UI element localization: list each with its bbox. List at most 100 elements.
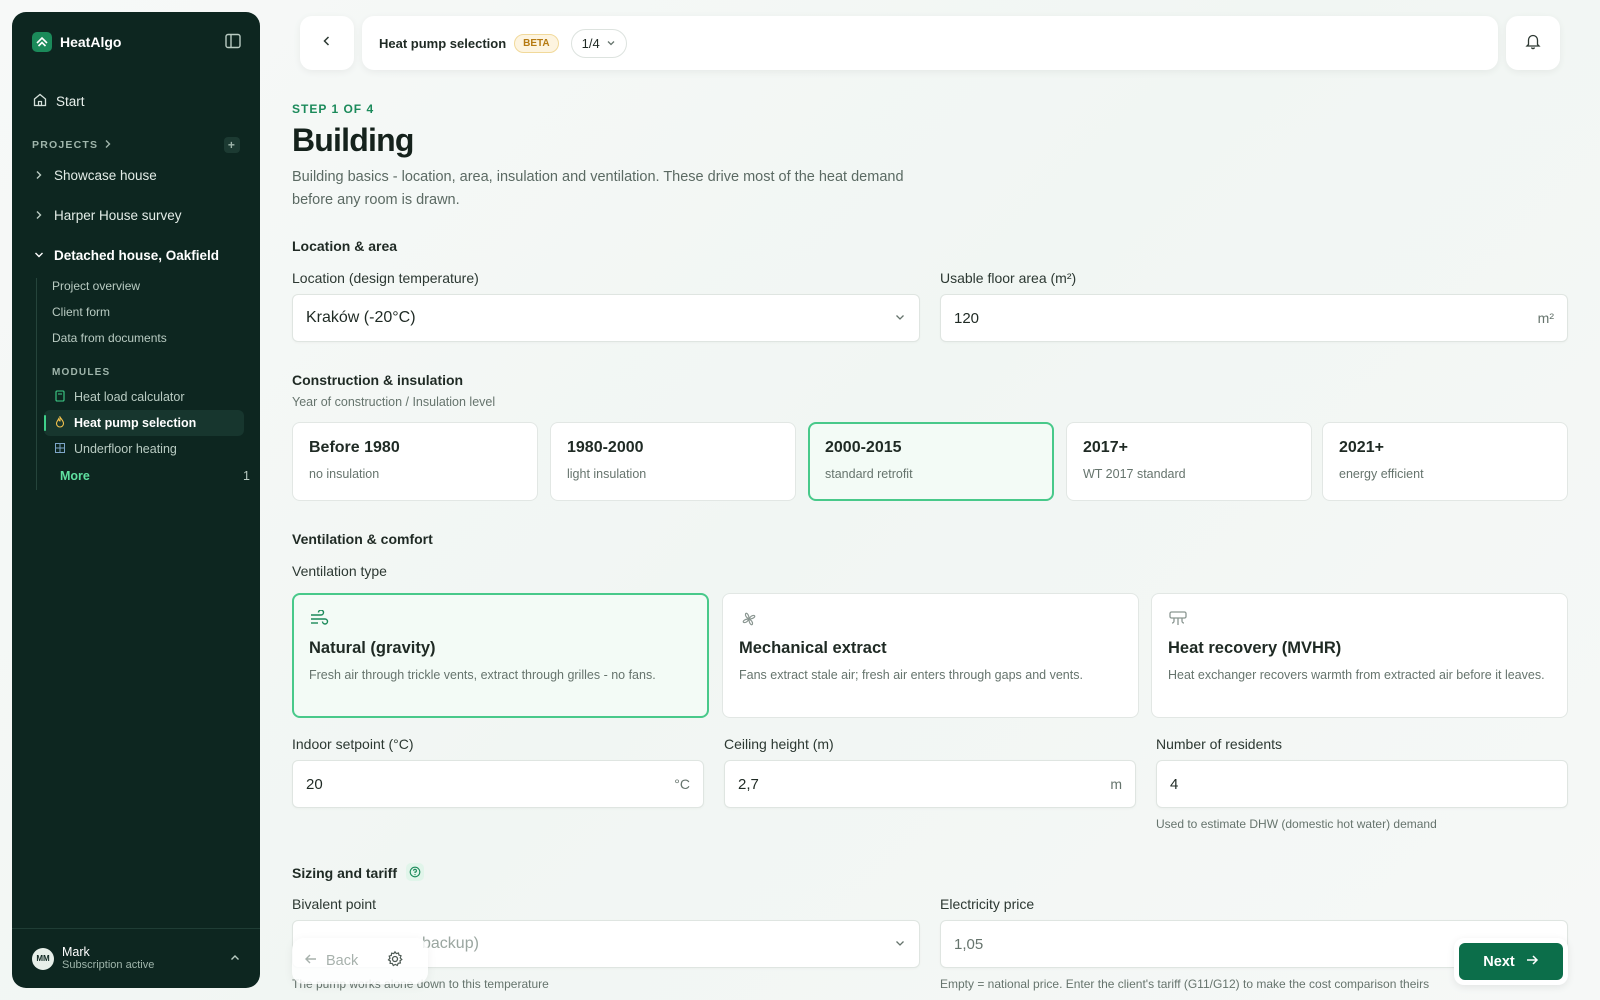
flame-icon [54,414,66,431]
option-sub: energy efficient [1339,467,1424,481]
nav-start-label: Start [56,94,85,109]
project-label: Showcase house [54,168,157,183]
option-title: 2021+ [1339,439,1384,456]
construction-option-2017[interactable]: 2017+ WT 2017 standard [1066,422,1312,501]
area-label: Usable floor area (m²) [940,270,1077,286]
tree-line [36,278,37,490]
more-count: 1 [243,469,250,483]
module-label: Underfloor heating [74,442,177,456]
construction-sublabel: Year of construction / Insulation level [292,395,496,409]
module-heat-load-calculator[interactable]: Heat load calculator [44,384,244,410]
setpoint-unit: °C [674,776,690,792]
chevron-down-icon [894,936,906,953]
location-value: Kraków (-20°C) [306,309,416,326]
add-project-button[interactable]: + [224,137,240,153]
construction-option-1980-2000[interactable]: 1980-2000 light insulation [550,422,796,501]
module-heat-pump-selection[interactable]: Heat pump selection [44,410,244,436]
option-title: 2017+ [1083,439,1128,456]
bivalent-label: Bivalent point [292,896,377,912]
subitem-data-from-documents[interactable]: Data from documents [52,331,167,345]
next-button[interactable]: Next [1459,943,1563,980]
module-underfloor-heating[interactable]: Underfloor heating [44,436,244,462]
ceiling-height-input[interactable]: 2,7 m [724,760,1136,808]
project-item-harper[interactable]: Harper House survey [34,208,182,223]
project-item-oakfield[interactable]: Detached house, Oakfield [34,248,219,263]
page-description: Building basics - location, area, insula… [292,169,904,208]
subitem-client-form[interactable]: Client form [52,305,110,319]
calculator-icon [54,389,66,405]
construction-option-before-1980[interactable]: Before 1980 no insulation [292,422,538,501]
area-value: 120 [954,309,980,327]
nav-start[interactable]: Start [32,92,85,111]
plus-icon: + [227,138,237,152]
floor-area-input[interactable]: 120 m² [940,294,1568,342]
construction-option-2021[interactable]: 2021+ energy efficient [1322,422,1568,501]
price-value: 1,05 [954,935,984,953]
option-title: 1980-2000 [567,439,644,456]
electricity-price-label: Electricity price [940,896,1035,912]
subitem-project-overview[interactable]: Project overview [52,279,140,293]
air-vent-icon [1168,611,1188,632]
location-label: Location (design temperature) [292,270,479,286]
subscription-status: Subscription active [62,958,155,971]
main-content: STEP 1 OF 4 Building Building basics - l… [292,0,1568,1000]
chevron-right-icon [104,139,112,152]
step-indicator: STEP 1 OF 4 [292,102,375,116]
residents-value: 4 [1170,775,1179,793]
ceiling-label: Ceiling height (m) [724,736,834,752]
option-sub: light insulation [567,467,647,481]
projects-header: PROJECTS + [32,137,240,153]
setpoint-value: 20 [306,775,323,793]
option-title: Heat recovery (MVHR) [1168,639,1342,657]
section-location: Location & area [292,238,398,254]
option-sub: no insulation [309,467,380,481]
option-description: Fresh air through trickle vents, extract… [309,668,656,682]
chevron-up-icon [230,951,240,966]
project-label: Harper House survey [54,208,182,223]
arrow-left-icon [304,953,318,969]
projects-label: PROJECTS [32,139,99,151]
ventilation-option-natural[interactable]: Natural (gravity) Fresh air through tric… [292,593,709,718]
arrow-right-icon [1525,954,1539,970]
page-title: Building [292,122,414,158]
app-name: HeatAlgo [60,34,122,50]
option-sub: standard retrofit [825,467,913,481]
option-description: Heat exchanger recovers warmth from extr… [1168,668,1545,682]
chevron-down-icon [34,248,44,263]
modules-label: MODULES [52,367,111,378]
more-modules[interactable]: More 1 [60,469,250,483]
fan-icon [739,612,759,632]
user-menu[interactable]: MM Mark Subscription active [12,928,260,988]
option-title: Natural (gravity) [309,639,436,657]
wind-icon [309,609,329,632]
residents-input[interactable]: 4 [1156,760,1568,808]
module-label: Heat pump selection [74,416,197,430]
settings-gear-icon[interactable] [386,950,404,973]
heatalgo-logo-icon [32,32,52,52]
help-icon[interactable] [406,863,424,881]
ceiling-unit: m [1110,776,1122,792]
project-label: Detached house, Oakfield [54,248,220,263]
section-construction: Construction & insulation [292,372,464,388]
back-label: Back [326,953,359,969]
setpoint-label: Indoor setpoint (°C) [292,736,414,752]
chevron-down-icon [894,310,906,327]
section-ventilation: Ventilation & comfort [292,531,433,547]
ceiling-value: 2,7 [738,775,759,793]
location-select[interactable]: Kraków (-20°C) [292,294,920,342]
module-label: Heat load calculator [74,390,185,404]
construction-option-2000-2015[interactable]: 2000-2015 standard retrofit [808,422,1054,501]
ventilation-option-mvhr[interactable]: Heat recovery (MVHR) Heat exchanger reco… [1151,593,1568,718]
option-title: Before 1980 [309,439,400,456]
user-name: Mark [62,944,90,959]
brand[interactable]: HeatAlgo [32,32,121,52]
section-sizing: Sizing and tariff [292,865,397,881]
home-icon [32,92,48,111]
projects-toggle[interactable]: PROJECTS [32,139,112,152]
back-button[interactable]: Back [304,953,358,969]
project-item-showcase[interactable]: Showcase house [34,168,157,183]
setpoint-input[interactable]: 20 °C [292,760,704,808]
ventilation-option-mechanical[interactable]: Mechanical extract Fans extract stale ai… [722,593,1139,718]
sidebar-toggle-icon[interactable] [224,32,242,50]
ventilation-type-label: Ventilation type [292,563,387,579]
